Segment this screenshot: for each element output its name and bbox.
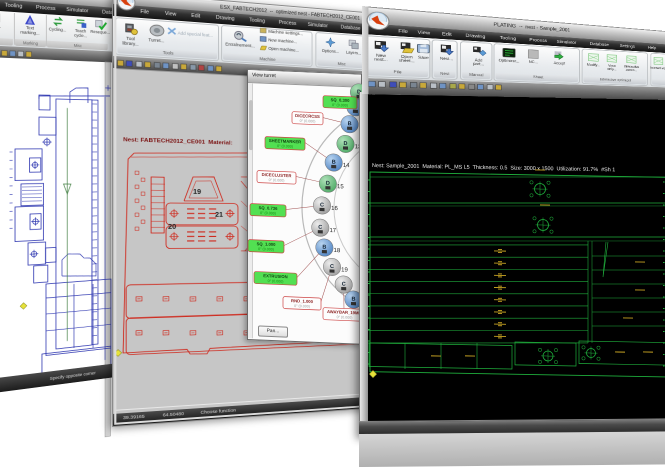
svg-text:0° (0.000): 0° (0.000) bbox=[332, 102, 348, 107]
svg-text:EXTRUSION: EXTRUSION bbox=[263, 273, 287, 279]
svg-text:15: 15 bbox=[337, 184, 344, 190]
svg-text:0° (0.000): 0° (0.000) bbox=[294, 303, 310, 308]
svg-text:0° (0.000): 0° (0.000) bbox=[260, 210, 276, 215]
svg-text:0° (0.000): 0° (0.000) bbox=[277, 144, 293, 149]
svg-text:B: B bbox=[352, 296, 356, 302]
svg-text:D: D bbox=[344, 140, 348, 146]
svg-text:AWAYBAR_19MM: AWAYBAR_19MM bbox=[327, 309, 362, 315]
svg-text:0° (0.000): 0° (0.000) bbox=[268, 279, 284, 284]
svg-text:SQ_0.736: SQ_0.736 bbox=[259, 205, 279, 211]
svg-text:14: 14 bbox=[343, 162, 350, 168]
svg-text:20: 20 bbox=[168, 223, 176, 231]
svg-text:Nest: Sample_2001 Material: P: Nest: Sample_2001 Material: PL_MS L5 Thi… bbox=[372, 163, 615, 173]
svg-text:D: D bbox=[326, 180, 330, 186]
svg-text:B: B bbox=[348, 121, 352, 127]
svg-text:B: B bbox=[332, 159, 336, 165]
svg-text:DICECRCSS: DICECRCSS bbox=[295, 113, 320, 119]
svg-text:0° (0.000): 0° (0.000) bbox=[269, 178, 285, 183]
svg-text:C: C bbox=[342, 281, 346, 287]
svg-text:SQ_0.300: SQ_0.300 bbox=[331, 97, 351, 103]
svg-text:Nest: FABTECH2012_CE001 Mater: Nest: FABTECH2012_CE001 Material: bbox=[123, 136, 232, 146]
svg-text:B: B bbox=[322, 244, 326, 250]
svg-text:21: 21 bbox=[215, 211, 223, 219]
svg-text:18: 18 bbox=[334, 247, 341, 253]
svg-text:C: C bbox=[320, 202, 324, 208]
svg-text:0° (0.000): 0° (0.000) bbox=[300, 118, 316, 123]
svg-text:SHEETMARKER: SHEETMARKER bbox=[269, 138, 301, 144]
svg-text:0° (0.000): 0° (0.000) bbox=[337, 315, 353, 320]
svg-text:RND_1.000: RND_1.000 bbox=[291, 298, 314, 304]
svg-text:16: 16 bbox=[331, 205, 338, 211]
svg-text:19: 19 bbox=[341, 267, 348, 273]
svg-text:0° (0.000): 0° (0.000) bbox=[258, 246, 274, 251]
svg-text:17: 17 bbox=[329, 228, 336, 234]
svg-text:DICECLUSTER: DICECLUSTER bbox=[262, 172, 292, 178]
svg-text:SQ_1.000: SQ_1.000 bbox=[257, 241, 277, 247]
svg-text:C: C bbox=[318, 224, 322, 230]
svg-text:19: 19 bbox=[193, 188, 201, 196]
svg-text:C: C bbox=[330, 263, 334, 269]
